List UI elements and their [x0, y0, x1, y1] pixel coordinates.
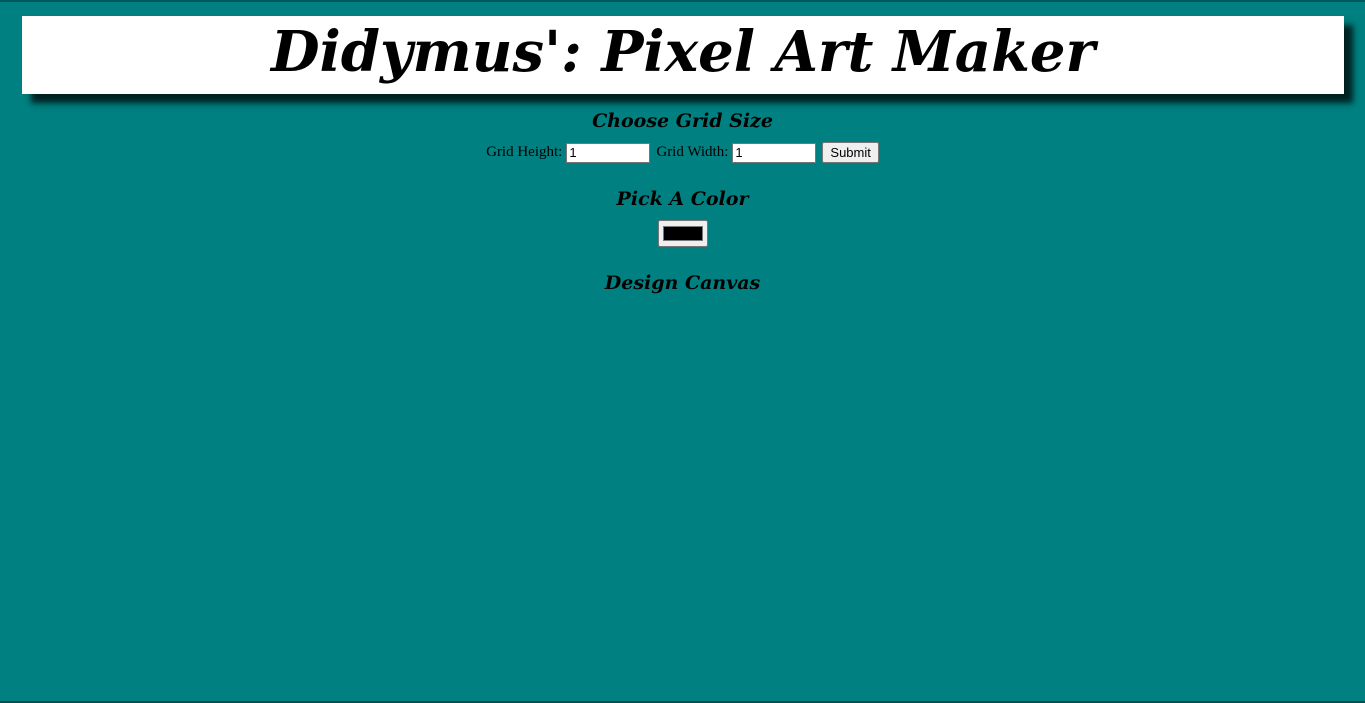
grid-height-label: Grid Height: [486, 144, 563, 160]
color-swatch [663, 226, 703, 241]
design-canvas-heading: Design Canvas [604, 272, 761, 294]
grid-size-heading: Choose Grid Size [592, 110, 773, 132]
grid-height-input[interactable] [566, 142, 651, 163]
pick-color-heading: Pick A Color [616, 188, 749, 210]
color-picker-input[interactable] [658, 220, 708, 247]
header-banner: Didymus': Pixel Art Maker [22, 16, 1344, 94]
grid-width-input[interactable] [732, 142, 817, 163]
grid-size-form: Grid Height: Grid Width: Submit [0, 142, 1365, 163]
submit-button[interactable]: Submit [822, 142, 879, 163]
page-title: Didymus': Pixel Art Maker [270, 19, 1096, 85]
grid-width-label: Grid Width: [656, 144, 729, 160]
